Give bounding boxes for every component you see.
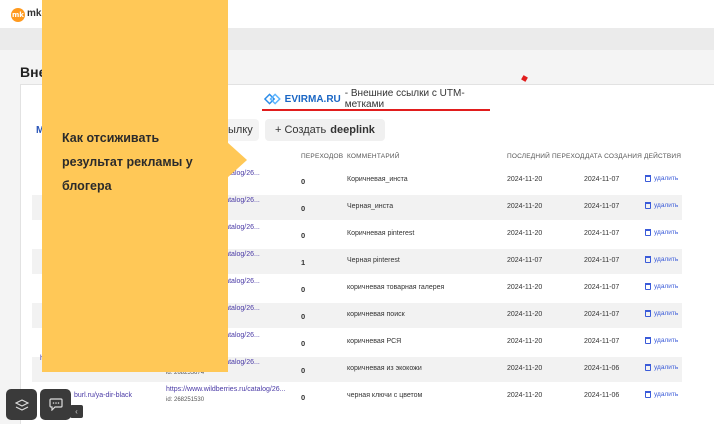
delete-label: удалить: [654, 202, 679, 209]
comment-text: черная ключи с цветом: [347, 392, 423, 399]
callout-arrow: [227, 142, 247, 178]
last-click-date: 2024-11-20: [507, 311, 543, 318]
click-count: 0: [301, 339, 306, 348]
comment-text: коричневая поиск: [347, 311, 405, 318]
delete-label: удалить: [654, 364, 679, 371]
delete-label: удалить: [654, 229, 679, 236]
delete-label: удалить: [654, 175, 679, 182]
comment-text: Черная pinterest: [347, 257, 400, 264]
header-created: ДАТА СОЗДАНИЯ: [585, 153, 643, 160]
red-underline: [262, 109, 490, 111]
trash-icon: [645, 310, 651, 317]
delete-button[interactable]: удалить: [645, 310, 678, 317]
created-date: 2024-11-07: [584, 284, 620, 291]
delete-button[interactable]: удалить: [645, 391, 678, 398]
created-date: 2024-11-07: [584, 203, 620, 210]
comment-text: коричневая РСЯ: [347, 338, 402, 345]
delete-button[interactable]: удалить: [645, 256, 678, 263]
header-actions: ДЕЙСТВИЯ: [644, 153, 682, 160]
delete-label: удалить: [654, 310, 679, 317]
comment-text: коричневая товарная галерея: [347, 284, 445, 291]
last-click-date: 2024-11-20: [507, 284, 543, 291]
short-link[interactable]: burl.ru/ya-dir-black: [74, 392, 132, 399]
delete-button[interactable]: удалить: [645, 202, 678, 209]
last-click-date: 2024-11-20: [507, 338, 543, 345]
created-date: 2024-11-07: [584, 230, 620, 237]
created-date: 2024-11-07: [584, 257, 620, 264]
last-click-date: 2024-11-20: [507, 365, 543, 372]
delete-button[interactable]: удалить: [645, 364, 678, 371]
chat-icon: [48, 398, 63, 411]
click-count: 0: [301, 177, 306, 186]
header-clicks: ПЕРЕХОДОВ: [301, 153, 344, 160]
delete-button[interactable]: удалить: [645, 337, 678, 344]
created-date: 2024-11-06: [584, 392, 620, 399]
evirma-banner: EVIRMA.RU - Внешние ссылки с UTM-метками: [264, 88, 492, 110]
evirma-brand: EVIRMA.RU: [284, 93, 341, 105]
menu-button[interactable]: [6, 389, 37, 420]
header-comment: КОММЕНТАРИЙ: [347, 153, 400, 160]
last-click-date: 2024-11-20: [507, 392, 543, 399]
delete-button[interactable]: удалить: [645, 229, 678, 236]
last-click-date: 2024-11-07: [507, 257, 543, 264]
created-date: 2024-11-06: [584, 365, 620, 372]
created-date: 2024-11-07: [584, 311, 620, 318]
logo-badge[interactable]: mk: [11, 8, 25, 22]
comment-text: Коричневая_инста: [347, 176, 408, 183]
collapse-chevron-icon[interactable]: ‹: [70, 405, 83, 418]
delete-button[interactable]: удалить: [645, 283, 678, 290]
last-click-date: 2024-11-20: [507, 176, 543, 183]
comment-text: Коричневая pinterest: [347, 230, 415, 237]
trash-icon: [645, 256, 651, 263]
trash-icon: [645, 337, 651, 344]
click-count: 0: [301, 366, 306, 375]
click-count: 0: [301, 285, 306, 294]
click-count: 0: [301, 393, 306, 402]
created-date: 2024-11-07: [584, 338, 620, 345]
table-row: https://www.wildberries.ru/catalog/26...…: [32, 384, 682, 409]
create-deeplink-bold: deeplink: [330, 124, 375, 136]
layers-icon: [14, 398, 29, 411]
trash-icon: [645, 202, 651, 209]
delete-label: удалить: [654, 337, 679, 344]
delete-button[interactable]: удалить: [645, 175, 678, 182]
comment-text: коричневая из экокожи: [347, 365, 422, 372]
chat-button[interactable]: [40, 389, 71, 420]
comment-text: Черная_инста: [347, 203, 394, 210]
created-date: 2024-11-07: [584, 176, 620, 183]
click-count: 0: [301, 312, 306, 321]
trash-icon: [645, 364, 651, 371]
create-deeplink-prefix: + Создать: [275, 124, 327, 136]
trash-icon: [645, 391, 651, 398]
evirma-logo-icon: [264, 93, 281, 105]
last-click-date: 2024-11-20: [507, 230, 543, 237]
callout-text: Как отсиживать результат рекламы у блоге…: [62, 131, 193, 193]
evirma-subtitle: - Внешние ссылки с UTM-метками: [344, 88, 465, 110]
delete-label: удалить: [654, 391, 679, 398]
wb-link[interactable]: https://www.wildberries.ru/catalog/26...: [166, 386, 285, 393]
click-count: 0: [301, 204, 306, 213]
last-click-date: 2024-11-20: [507, 203, 543, 210]
click-count: 1: [301, 258, 306, 267]
delete-label: удалить: [654, 256, 679, 263]
trash-icon: [645, 283, 651, 290]
trash-icon: [645, 175, 651, 182]
click-count: 0: [301, 231, 306, 240]
header-last-click: ПОСЛЕДНИЙ ПЕРЕХОД: [507, 153, 585, 160]
create-deeplink-button[interactable]: + Создать deeplink: [265, 119, 385, 141]
trash-icon: [645, 229, 651, 236]
product-id: id: 268251530: [166, 397, 205, 403]
delete-label: удалить: [654, 283, 679, 290]
